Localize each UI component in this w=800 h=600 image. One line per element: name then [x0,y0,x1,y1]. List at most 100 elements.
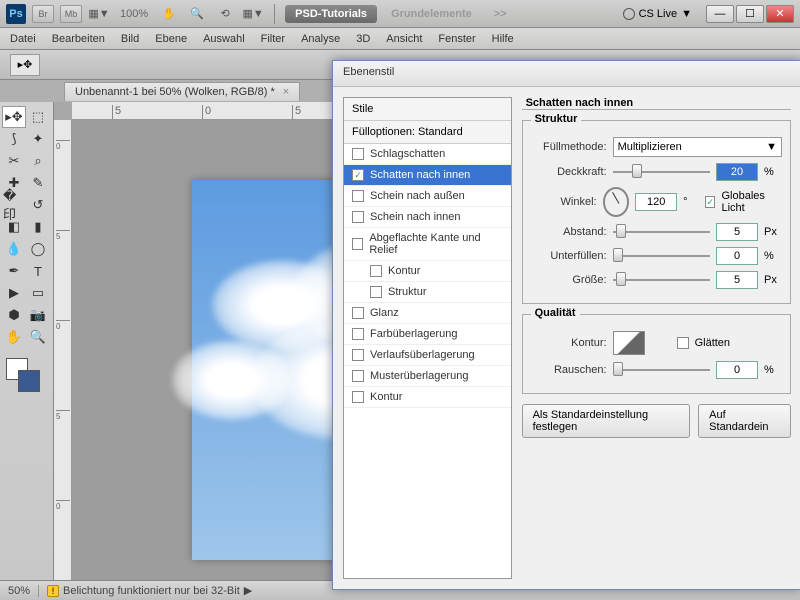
global-light-checkbox[interactable] [705,196,716,208]
menu-3d[interactable]: 3D [356,33,370,45]
eyedropper-tool[interactable]: ⌕ [26,150,50,172]
move-tool[interactable]: ▸✥ [2,106,26,128]
style-row-6[interactable]: Struktur [344,282,511,303]
style-checkbox[interactable] [370,286,382,298]
background-color[interactable] [18,370,40,392]
close-button[interactable]: ✕ [766,5,794,23]
style-row-11[interactable]: Kontur [344,387,511,408]
style-row-5[interactable]: Kontur [344,261,511,282]
shape-tool[interactable]: ▭ [26,282,50,304]
style-checkbox[interactable] [352,349,364,361]
style-row-1[interactable]: Schatten nach innen [344,165,511,186]
extras-icon[interactable]: ▦▼ [242,5,264,23]
size-input[interactable] [716,271,758,289]
rotate-view-icon[interactable]: ⟲ [214,5,236,23]
style-checkbox[interactable] [352,307,364,319]
magic-wand-tool[interactable]: ✦ [26,128,50,150]
maximize-button[interactable]: ☐ [736,5,764,23]
type-tool[interactable]: T [26,260,50,282]
menu-analyse[interactable]: Analyse [301,33,340,45]
status-zoom[interactable]: 50% [8,585,39,597]
workspace-more[interactable]: >> [486,5,515,23]
style-label: Kontur [370,391,402,403]
minimize-button[interactable]: — [706,5,734,23]
document-tab[interactable]: Unbenannt-1 bei 50% (Wolken, RGB/8) *× [64,82,300,101]
menu-ebene[interactable]: Ebene [155,33,187,45]
reset-default-button[interactable]: Auf Standardein [698,404,791,438]
close-tab-icon[interactable]: × [283,86,289,98]
workspace-grundelemente[interactable]: Grundelemente [383,5,480,23]
history-brush-tool[interactable]: ↺ [26,194,50,216]
menu-bild[interactable]: Bild [121,33,139,45]
style-row-4[interactable]: Abgeflachte Kante und Relief [344,228,511,261]
zoom-tool-icon[interactable]: 🔍 [186,5,208,23]
style-checkbox[interactable] [352,328,364,340]
choke-slider[interactable] [613,247,710,265]
menu-auswahl[interactable]: Auswahl [203,33,245,45]
quality-group: Qualität Kontur: Glätten Rauschen: % [522,314,791,394]
style-checkbox[interactable] [370,265,382,277]
menu-ansicht[interactable]: Ansicht [386,33,422,45]
menu-fenster[interactable]: Fenster [438,33,475,45]
style-checkbox[interactable] [352,211,364,223]
3d-tool[interactable]: ⬢ [2,304,26,326]
path-selection-tool[interactable]: ▶ [2,282,26,304]
camera-tool[interactable]: 📷 [26,304,50,326]
angle-dial[interactable] [603,187,630,217]
move-tool-preset[interactable]: ▸✥ [10,54,40,76]
size-slider[interactable] [613,271,710,289]
style-row-10[interactable]: Musterüberlagerung [344,366,511,387]
menu-bearbeiten[interactable]: Bearbeiten [52,33,105,45]
angle-input[interactable] [635,193,677,211]
clone-stamp-tool[interactable]: �印 [2,194,26,216]
bridge-button[interactable]: Br [32,5,54,23]
blend-mode-dropdown[interactable]: Multiplizieren▼ [613,137,782,157]
brush-tool[interactable]: ✎ [26,172,50,194]
fill-options-header[interactable]: Fülloptionen: Standard [344,121,511,144]
style-checkbox[interactable] [352,238,363,250]
opacity-input[interactable] [716,163,758,181]
style-row-0[interactable]: Schlagschatten [344,144,511,165]
style-row-3[interactable]: Schein nach innen [344,207,511,228]
struktur-group: Struktur Füllmethode: Multiplizieren▼ De… [522,120,791,304]
choke-input[interactable] [716,247,758,265]
make-default-button[interactable]: Als Standardeinstellung festlegen [522,404,691,438]
style-row-7[interactable]: Glanz [344,303,511,324]
menu-datei[interactable]: Datei [10,33,36,45]
gradient-tool[interactable]: ▮ [26,216,50,238]
blur-tool[interactable]: 💧 [2,238,26,260]
hand-tool[interactable]: ✋ [2,326,26,348]
marquee-tool[interactable]: ⬚ [26,106,50,128]
style-checkbox[interactable] [352,190,364,202]
hand-tool-icon[interactable]: ✋ [158,5,180,23]
lasso-tool[interactable]: ⟆ [2,128,26,150]
zoom-level[interactable]: 100% [116,8,152,20]
style-checkbox[interactable] [352,370,364,382]
menu-filter[interactable]: Filter [261,33,285,45]
menu-hilfe[interactable]: Hilfe [492,33,514,45]
noise-input[interactable] [716,361,758,379]
style-row-2[interactable]: Schein nach außen [344,186,511,207]
opacity-slider[interactable] [613,163,710,181]
minibridge-button[interactable]: Mb [60,5,82,23]
antialias-checkbox[interactable] [677,337,689,349]
style-checkbox[interactable] [352,391,364,403]
style-row-9[interactable]: Verlaufsüberlagerung [344,345,511,366]
distance-slider[interactable] [613,223,710,241]
color-swatches[interactable] [2,356,51,392]
arrange-icon[interactable]: ▦▼ [88,5,110,23]
crop-tool[interactable]: ✂ [2,150,26,172]
zoom-tool[interactable]: 🔍 [26,326,50,348]
cslive-button[interactable]: CS Live [639,8,678,20]
eraser-tool[interactable]: ◧ [2,216,26,238]
pen-tool[interactable]: ✒ [2,260,26,282]
contour-picker[interactable] [613,331,645,355]
noise-slider[interactable] [613,361,710,379]
dodge-tool[interactable]: ◯ [26,238,50,260]
styles-header[interactable]: Stile [344,98,511,121]
distance-input[interactable] [716,223,758,241]
style-checkbox[interactable] [352,148,364,160]
style-checkbox[interactable] [352,169,364,181]
style-row-8[interactable]: Farbüberlagerung [344,324,511,345]
workspace-psdtutorials[interactable]: PSD-Tutorials [285,5,377,23]
